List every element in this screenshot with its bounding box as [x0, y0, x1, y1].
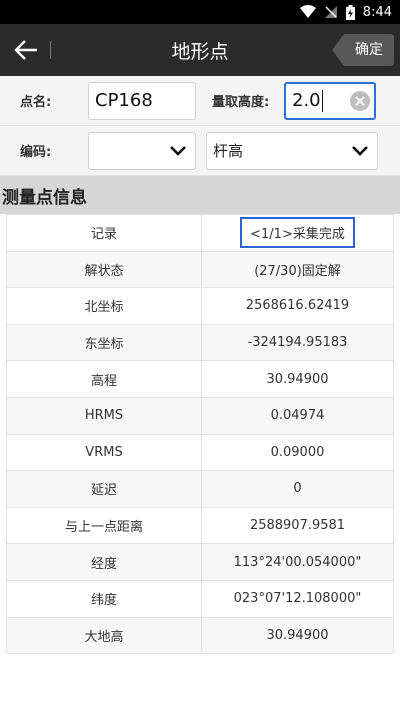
row-key: 与上一点距离 — [6, 506, 202, 545]
table-row: 延迟 0 — [6, 470, 394, 508]
row-key: 记录 — [6, 214, 202, 252]
row-key: 纬度 — [6, 579, 202, 618]
height-label: 量取高度: — [212, 95, 270, 110]
chevron-down-icon — [352, 145, 368, 156]
height-input[interactable]: 2.0 — [284, 81, 376, 120]
row-key: 高程 — [6, 360, 202, 398]
point-name-value: CP168 — [95, 90, 153, 111]
row-value: 113°24'00.054000" — [201, 543, 394, 581]
row-value: 023°07'12.108000" — [201, 579, 394, 618]
no-signal-icon — [324, 6, 337, 18]
row-value: <1/1>采集完成 — [201, 214, 394, 252]
battery-charging-icon — [345, 4, 355, 20]
app-bar-divider — [50, 41, 51, 59]
chevron-down-icon — [170, 145, 186, 156]
status-time: 8:44 — [362, 4, 392, 20]
table-row: 与上一点距离 2588907.9581 — [6, 506, 394, 545]
arrow-left-icon — [14, 40, 37, 60]
row-value: 30.94900 — [201, 360, 394, 398]
table-row: 大地高 30.94900 — [6, 616, 394, 655]
record-status: <1/1>采集完成 — [240, 217, 355, 249]
code-label: 编码: — [20, 145, 52, 160]
code-select[interactable] — [88, 131, 196, 170]
point-row: 点名: CP168 量取高度: 2.0 — [0, 76, 400, 126]
info-table: 记录 <1/1>采集完成 解状态 (27/30)固定解 北坐标 2568616.624… — [6, 214, 394, 655]
row-value: -324194.95183 — [201, 323, 394, 362]
height-type-select[interactable]: 杆高 — [206, 131, 378, 170]
row-key: 延迟 — [6, 470, 202, 508]
confirm-label: 确定 — [355, 42, 383, 58]
row-key: 经度 — [6, 543, 202, 581]
row-value: 0.09000 — [201, 433, 394, 472]
section-header: 测量点信息 — [0, 176, 400, 214]
table-row: HRMS 0.04974 — [6, 396, 394, 435]
wifi-icon — [299, 5, 316, 18]
row-value: 30.94900 — [201, 616, 394, 655]
row-key: 大地高 — [6, 616, 202, 655]
row-key: VRMS — [6, 433, 202, 472]
table-row: 经度 113°24'00.054000" — [6, 543, 394, 581]
table-row: VRMS 0.09000 — [6, 433, 394, 472]
row-key: 东坐标 — [6, 323, 202, 362]
code-row: 编码: 杆高 — [0, 126, 400, 176]
table-row: 东坐标 -324194.95183 — [6, 323, 394, 362]
height-value: 2.0 — [292, 90, 321, 111]
table-row: 纬度 023°07'12.108000" — [6, 579, 394, 618]
clear-icon[interactable] — [350, 90, 370, 111]
row-key: HRMS — [6, 396, 202, 435]
row-value: 0.04974 — [201, 396, 394, 435]
table-row: 高程 30.94900 — [6, 360, 394, 398]
table-row: 解状态 (27/30)固定解 — [6, 250, 394, 289]
height-type-value: 杆高 — [213, 142, 244, 160]
point-name-input[interactable]: CP168 — [88, 81, 196, 120]
text-cursor — [321, 89, 323, 112]
confirm-button[interactable]: 确定 — [332, 34, 394, 66]
status-bar: 8:44 — [0, 0, 400, 24]
row-value: 0 — [201, 470, 394, 508]
point-name-label: 点名: — [20, 95, 52, 110]
table-row: 记录 <1/1>采集完成 — [6, 214, 394, 252]
row-value: (27/30)固定解 — [201, 250, 394, 289]
row-value: 2568616.62419 — [201, 287, 394, 325]
back-button[interactable] — [4, 24, 48, 76]
table-row: 北坐标 2568616.62419 — [6, 287, 394, 325]
row-key: 解状态 — [6, 250, 202, 289]
app-bar: 地形点 确定 — [0, 24, 400, 76]
row-value: 2588907.9581 — [201, 506, 394, 545]
row-key: 北坐标 — [6, 287, 202, 325]
